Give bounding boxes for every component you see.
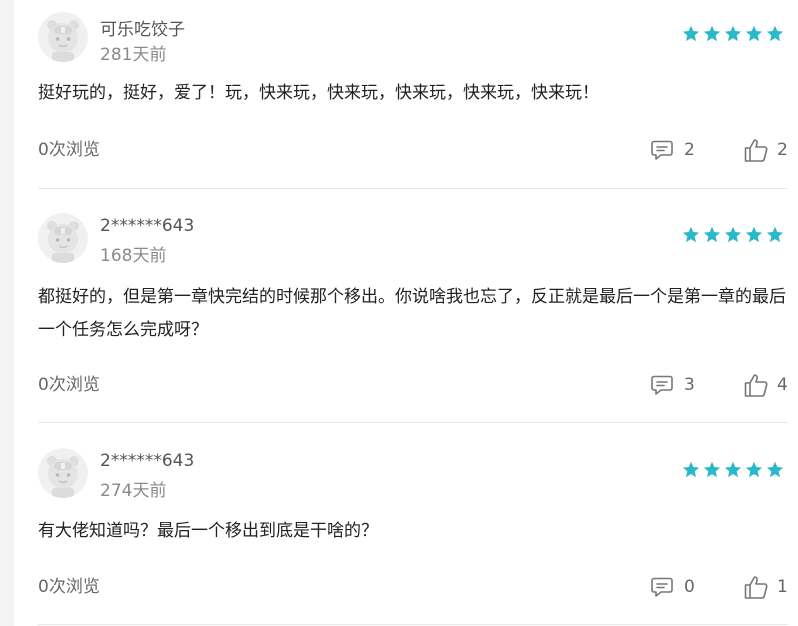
avatar[interactable] (38, 213, 88, 263)
thumbs-up-icon (744, 576, 768, 599)
like-button[interactable]: 2 (743, 138, 788, 162)
review-footer: 0次浏览 0 1 (38, 575, 788, 599)
star-icon (745, 226, 763, 243)
divider (38, 624, 788, 625)
star-rating (682, 461, 784, 478)
username[interactable]: 2******643 (100, 216, 194, 236)
star-icon (703, 226, 721, 243)
star-icon (682, 461, 700, 478)
comment-button[interactable]: 0 (650, 575, 695, 599)
comment-icon (651, 577, 673, 597)
avatar[interactable] (38, 448, 88, 498)
star-icon (745, 461, 763, 478)
like-count: 2 (777, 140, 788, 160)
username[interactable]: 2******643 (100, 451, 194, 471)
star-icon (724, 25, 742, 42)
star-icon (745, 25, 763, 42)
star-icon (724, 226, 742, 243)
star-icon (682, 25, 700, 42)
star-rating (682, 25, 784, 42)
review-content: 有大佬知道吗？最后一个移出到底是干啥的？ (38, 521, 378, 541)
view-count: 0次浏览 (38, 140, 100, 160)
thumbs-up-icon (744, 374, 768, 397)
star-icon (766, 25, 784, 42)
comment-count: 3 (684, 375, 695, 395)
comment-count: 0 (684, 577, 695, 597)
star-rating (682, 226, 784, 243)
star-icon (703, 25, 721, 42)
review-time: 168天前 (100, 246, 167, 266)
divider (38, 188, 788, 189)
star-icon (682, 226, 700, 243)
like-count: 1 (777, 577, 788, 597)
comment-button[interactable]: 2 (650, 138, 695, 162)
review-footer: 0次浏览 3 4 (38, 373, 788, 397)
comment-button[interactable]: 3 (650, 373, 695, 397)
review-content: 都挺好的，但是第一章快完结的时候那个移出。你说啥我也忘了，反正就是最后一个是第一… (38, 287, 786, 340)
view-count: 0次浏览 (38, 375, 100, 395)
view-count: 0次浏览 (38, 577, 100, 597)
like-count: 4 (777, 375, 788, 395)
review-item: 2******643 274天前 有大佬知道吗？最后一个移出到底是干啥的？ 0次… (38, 448, 788, 618)
avatar-icon (38, 448, 88, 498)
username[interactable]: 可乐吃饺子 (100, 15, 185, 40)
star-icon (724, 461, 742, 478)
review-item: 2******643 168天前 都挺好的，但是第一章快完结的时候那个移出。你说… (38, 213, 788, 418)
star-icon (703, 461, 721, 478)
avatar[interactable] (38, 12, 88, 62)
like-button[interactable]: 4 (743, 373, 788, 397)
divider (38, 422, 788, 423)
avatar-icon (38, 213, 88, 263)
comment-count: 2 (684, 140, 695, 160)
comment-icon (651, 375, 673, 395)
review-footer: 0次浏览 2 2 (38, 138, 788, 162)
like-button[interactable]: 1 (743, 575, 788, 599)
star-icon (766, 226, 784, 243)
review-time: 281天前 (100, 45, 167, 65)
review-content: 挺好玩的，挺好，爱了！玩，快来玩，快来玩，快来玩，快来玩，快来玩！ (38, 83, 599, 103)
left-strip (0, 0, 14, 626)
review-item: 可乐吃饺子 281天前 挺好玩的，挺好，爱了！玩，快来玩，快来玩，快来玩，快来玩… (38, 12, 788, 182)
star-icon (766, 461, 784, 478)
review-time: 274天前 (100, 481, 167, 501)
avatar-icon (38, 12, 88, 62)
comment-icon (651, 140, 673, 160)
thumbs-up-icon (744, 139, 768, 162)
